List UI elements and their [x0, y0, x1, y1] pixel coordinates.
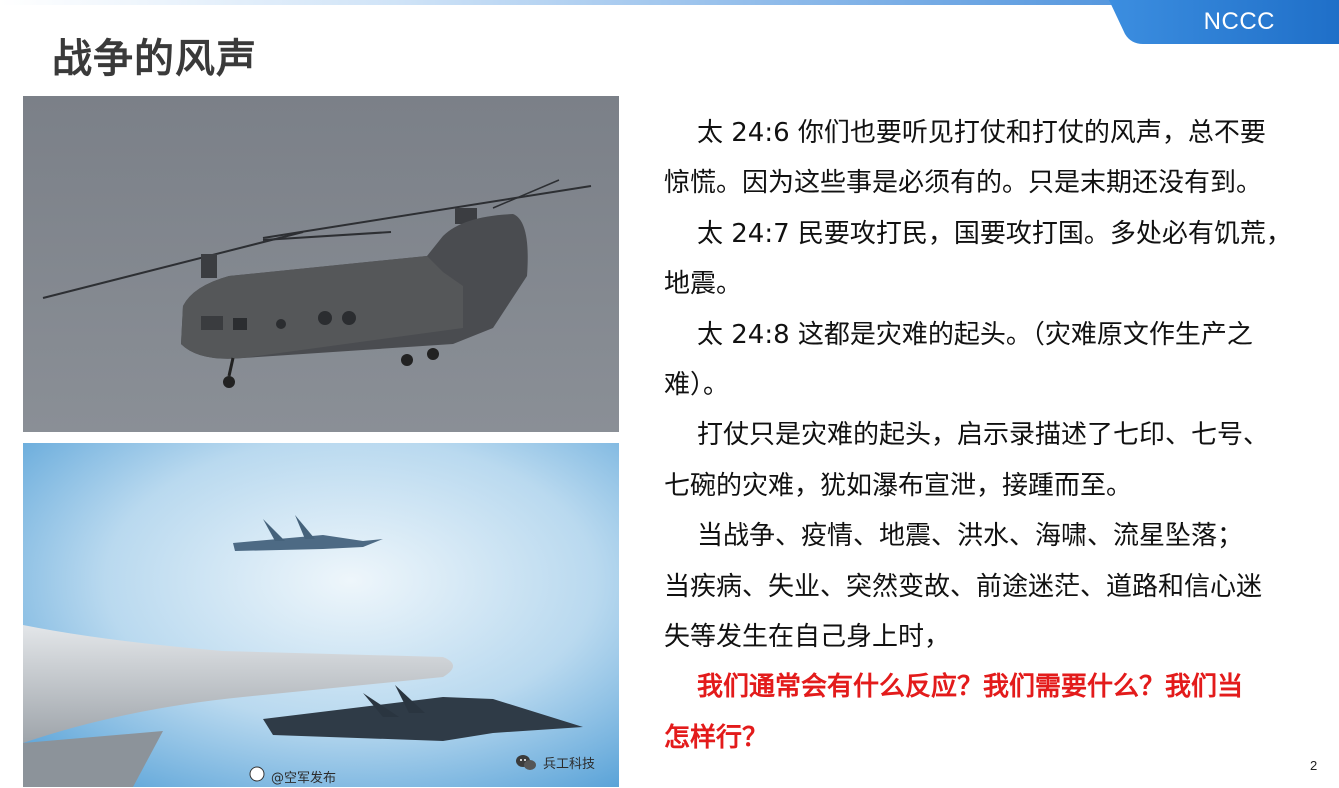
question-line-1: 我们通常会有什么反应？我们需要什么？我们当 — [697, 672, 1244, 703]
verse-24-7-line-2: 地震。 — [664, 269, 743, 300]
verse-24-6-line-1: 太 24:6 你们也要听见打仗和打仗的风声，总不要 — [697, 118, 1266, 148]
question-line-2: 怎样行？ — [664, 722, 769, 753]
fighter-jets-illustration — [23, 443, 619, 787]
disaster-list-line-1: 当战争、疫情、地震、洪水、海啸、流星坠落； — [697, 521, 1244, 552]
helicopter-photo — [23, 96, 619, 432]
disaster-list-line-3: 失等发生在自己身上时， — [664, 622, 951, 653]
verse-24-8-line-2: 难）。 — [664, 370, 730, 401]
brand-tab: NCCC — [1109, 0, 1339, 44]
wechat-icon — [515, 754, 537, 772]
helicopter-illustration — [23, 96, 619, 432]
image-watermark-source: @空军发布 — [271, 771, 337, 786]
image-watermark-publisher: 兵工科技 — [515, 753, 595, 772]
weibo-icon — [249, 766, 265, 782]
page-title: 战争的风声 — [52, 36, 257, 82]
verse-24-8-line-1: 太 24:8 这都是灾难的起头。（灾难原文作生产之 — [697, 319, 1253, 350]
scripture-text-block: 太 24:6 你们也要听见打仗和打仗的风声，总不要 惊慌。因为这些事是必须有的。… — [664, 108, 1324, 763]
disaster-list-line-2: 当疾病、失业、突然变故、前途迷茫、道路和信心迷 — [664, 571, 1263, 602]
verse-24-7-line-1: 太 24:7 民要攻打民，国要攻打国。多处必有饥荒， — [697, 218, 1292, 249]
brand-label: NCCC — [1203, 8, 1275, 35]
fighter-jets-photo: @空军发布 兵工科技 — [23, 443, 619, 787]
publisher-label: 兵工科技 — [543, 757, 596, 772]
verse-24-6-line-2: 惊慌。因为这些事是必须有的。只是末期还没有到。 — [664, 168, 1263, 199]
commentary-line-1: 打仗只是灾难的起头，启示录描述了七印、七号、 — [697, 420, 1270, 451]
commentary-line-2: 七碗的灾难，犹如瀑布宣泄，接踵而至。 — [664, 470, 1133, 501]
page-number: 2 — [1310, 758, 1318, 773]
